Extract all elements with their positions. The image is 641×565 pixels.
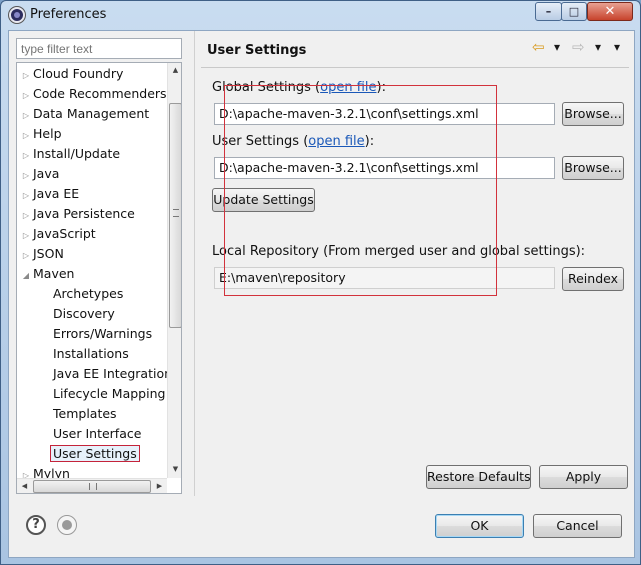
expand-arrow-icon[interactable]: ◢ — [19, 266, 33, 286]
update-settings-button[interactable]: Update Settings — [212, 188, 315, 212]
tree-item[interactable]: Java EE Integration — [53, 364, 172, 384]
maximize-button[interactable]: □ — [561, 2, 587, 21]
tree-item[interactable]: Lifecycle Mapping — [53, 384, 165, 404]
cancel-button[interactable]: Cancel — [533, 514, 622, 538]
tree-item[interactable]: ▷ Data Management — [19, 104, 149, 124]
scroll-thumb[interactable] — [33, 480, 151, 493]
tree-item[interactable]: ▷ Java EE — [19, 184, 79, 204]
close-button[interactable]: ✕ — [587, 2, 633, 21]
title-separator — [201, 67, 629, 68]
tree-item-label: Maven — [33, 266, 75, 281]
reindex-button[interactable]: Reindex — [562, 267, 624, 291]
tree-item[interactable]: ▷ JavaScript — [19, 224, 96, 244]
scroll-right-icon[interactable]: ▶ — [152, 479, 167, 493]
scroll-down-icon[interactable]: ▼ — [168, 462, 181, 477]
expand-arrow-icon[interactable]: ▷ — [19, 246, 33, 266]
tree-vertical-scrollbar[interactable]: ▲ ▼ — [167, 63, 181, 478]
tree-item-label: Errors/Warnings — [53, 326, 153, 341]
dialog-client-area: ▷MylynUser SettingsUser InterfaceTemplat… — [8, 30, 635, 558]
expand-arrow-icon[interactable]: ▷ — [19, 66, 33, 86]
window-title: Preferences — [30, 7, 107, 22]
expand-arrow-icon[interactable]: ▷ — [19, 186, 33, 206]
expand-arrow-icon[interactable]: ▷ — [19, 126, 33, 146]
tree-item[interactable]: Errors/Warnings — [53, 324, 152, 344]
restore-defaults-button[interactable]: Restore Defaults — [426, 465, 531, 489]
tree-item-label: JavaScript — [33, 226, 96, 241]
tree-item-label: Archetypes — [53, 286, 124, 301]
global-browse-button[interactable]: Browse... — [562, 102, 624, 126]
tree-item[interactable]: ▷ JSON — [19, 244, 64, 264]
expand-arrow-icon[interactable]: ▷ — [19, 146, 33, 166]
user-settings-field[interactable]: D:\apache-maven-3.2.1\conf\settings.xml — [214, 157, 555, 179]
ok-button[interactable]: OK — [435, 514, 524, 538]
user-settings-label: User Settings (open file): — [212, 134, 375, 149]
minimize-button[interactable]: – — [535, 2, 562, 21]
expand-arrow-icon[interactable]: ▷ — [19, 206, 33, 226]
tree-item[interactable]: User Interface — [53, 424, 141, 444]
tree-item-label: Discovery — [53, 306, 115, 321]
tree-item-label: Help — [33, 126, 62, 141]
preference-tree: ▷ Mylyn User Settings User Interface Templat… — [16, 62, 182, 494]
page-title: User Settings — [207, 43, 307, 58]
tree-item[interactable]: ▷ Java — [19, 164, 59, 184]
tree-horizontal-scrollbar[interactable]: ◀ ▶ — [17, 478, 167, 493]
tree-item-label: Code Recommenders — [33, 86, 167, 101]
tree-item[interactable]: Templates — [53, 404, 117, 424]
forward-arrow-icon[interactable]: ⇨ — [572, 38, 585, 56]
tree-item[interactable]: ▷ Install/Update — [19, 144, 120, 164]
filter-input[interactable] — [16, 38, 182, 59]
back-menu-icon[interactable]: ▾ — [554, 40, 560, 54]
tree-item-label: Java EE Integration — [53, 366, 173, 381]
global-open-file-link[interactable]: open file — [320, 80, 376, 95]
back-arrow-icon[interactable]: ⇦ — [532, 38, 545, 56]
tree-item[interactable]: Installations — [53, 344, 129, 364]
user-browse-button[interactable]: Browse... — [562, 156, 624, 180]
tree-item[interactable]: ▷ Code Recommenders — [19, 84, 167, 104]
local-repository-field: E:\maven\repository — [214, 267, 555, 289]
preferences-window: Preferences – □ ✕ ▷MylynUser SettingsUse… — [0, 0, 641, 565]
tree-item-label: User Interface — [53, 426, 142, 441]
expand-arrow-icon[interactable]: ▷ — [19, 86, 33, 106]
tree-item-label: Install/Update — [33, 146, 121, 161]
tree-item[interactable]: ▷ Help — [19, 124, 62, 144]
tree-item-label: Java Persistence — [33, 206, 135, 221]
tree-item-label: Cloud Foundry — [33, 66, 124, 81]
tree-item-label: Lifecycle Mapping — [53, 386, 166, 401]
expand-arrow-icon[interactable]: ▷ — [19, 166, 33, 186]
user-open-file-link[interactable]: open file — [308, 134, 364, 149]
record-icon[interactable] — [57, 515, 77, 535]
expand-arrow-icon[interactable]: ▷ — [19, 226, 33, 246]
forward-menu-icon[interactable]: ▾ — [595, 40, 601, 54]
scroll-up-icon[interactable]: ▲ — [168, 63, 181, 78]
tree-item-label: Java EE — [33, 186, 80, 201]
local-repository-label: Local Repository (From merged user and g… — [212, 244, 586, 259]
tree-item[interactable]: ◢ Maven — [19, 264, 75, 286]
tree-item-label: JSON — [33, 246, 64, 261]
tree-item-label: Installations — [53, 346, 129, 361]
global-settings-label: Global Settings (open file): — [212, 80, 386, 95]
tree-item[interactable]: ▷ Java Persistence — [19, 204, 135, 224]
tree-item-label: Java — [33, 166, 60, 181]
pane-divider[interactable] — [194, 31, 195, 496]
view-menu-icon[interactable]: ▾ — [614, 40, 620, 54]
tree-item[interactable]: Archetypes — [53, 284, 123, 304]
scroll-left-icon[interactable]: ◀ — [17, 479, 32, 493]
scroll-thumb[interactable] — [169, 103, 181, 328]
tree-item-label: Templates — [53, 406, 117, 421]
tree-item[interactable]: User Settings — [50, 444, 140, 464]
tree-item[interactable]: ▷ Cloud Foundry — [19, 64, 123, 84]
title-bar[interactable]: Preferences – □ ✕ — [1, 1, 640, 29]
expand-arrow-icon[interactable]: ▷ — [19, 106, 33, 126]
tree-item[interactable]: Discovery — [53, 304, 115, 324]
tree-item-label: Data Management — [33, 106, 150, 121]
tree-item-label: User Settings — [50, 445, 140, 462]
apply-button[interactable]: Apply — [539, 465, 628, 489]
help-icon[interactable]: ? — [26, 515, 46, 535]
global-settings-field[interactable]: D:\apache-maven-3.2.1\conf\settings.xml — [214, 103, 555, 125]
eclipse-icon — [9, 7, 25, 23]
